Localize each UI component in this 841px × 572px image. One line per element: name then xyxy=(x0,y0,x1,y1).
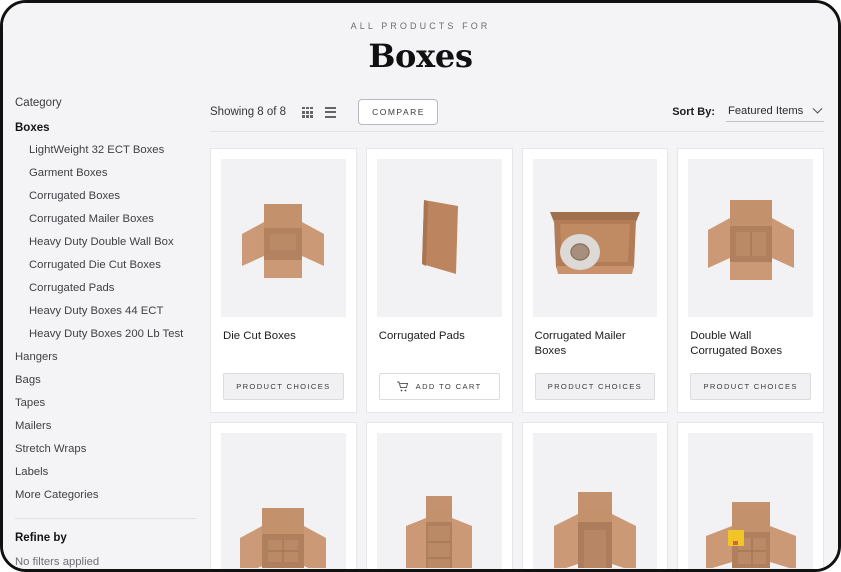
product-card-row2-2[interactable] xyxy=(365,422,513,569)
page-title: Boxes xyxy=(368,37,473,75)
page-body: Category Boxes LightWeight 32 ECT Boxes … xyxy=(3,89,838,569)
product-card-row2-3[interactable] xyxy=(521,422,669,569)
sidebar-item-labels[interactable]: Labels xyxy=(15,461,196,484)
product-action-row: PRODUCT CHOICES xyxy=(533,359,658,401)
product-image-corrugated-mailer-boxes xyxy=(532,159,658,318)
sort-control: Sort By: Featured Items xyxy=(672,102,838,123)
list-view-icon xyxy=(325,106,337,118)
product-choices-button[interactable]: PRODUCT CHOICES xyxy=(690,373,811,401)
sidebar-item-lightweight-32-ect-boxes[interactable]: LightWeight 32 ECT Boxes xyxy=(15,139,196,162)
product-action-row: PRODUCT CHOICES xyxy=(688,359,813,401)
sidebar-subcategory-list: LightWeight 32 ECT Boxes Garment Boxes C… xyxy=(15,139,196,346)
product-card-corrugated-pads[interactable]: Corrugated Pads ADD TO CART xyxy=(365,148,513,414)
sidebar-item-corrugated-boxes[interactable]: Corrugated Boxes xyxy=(15,185,196,208)
sidebar-item-stretch-wraps[interactable]: Stretch Wraps xyxy=(15,438,196,461)
sort-by-value: Featured Items xyxy=(728,105,804,118)
product-action-row: PRODUCT CHOICES xyxy=(221,359,346,401)
sidebar-item-tapes[interactable]: Tapes xyxy=(15,392,196,415)
product-image-row2-3 xyxy=(532,433,658,569)
product-image-row2-1 xyxy=(221,433,346,569)
compare-button[interactable]: COMPARE xyxy=(358,99,438,126)
product-image-row2-2 xyxy=(376,433,502,569)
sidebar-item-hangers[interactable]: Hangers xyxy=(15,346,196,369)
product-title: Double Wall Corrugated Boxes xyxy=(690,330,783,358)
chevron-down-icon xyxy=(812,103,823,114)
product-card-double-wall-corrugated-boxes[interactable]: Double Wall Corrugated Boxes PRODUCT CHO… xyxy=(677,148,824,414)
main-content: Showing 8 of 8 COMPARE Sort By: Featured… xyxy=(210,89,838,569)
sidebar-item-heavy-duty-boxes-44-ect[interactable]: Heavy Duty Boxes 44 ECT xyxy=(15,300,196,323)
browser-window-frame: ALL PRODUCTS FOR Boxes Category Boxes Li… xyxy=(0,0,841,572)
product-choices-button[interactable]: PRODUCT CHOICES xyxy=(534,373,656,401)
product-image-row2-4 xyxy=(688,433,813,569)
product-grid: Die Cut Boxes PRODUCT CHOICES Corrugated… xyxy=(210,132,838,414)
sidebar-facets: Category Boxes LightWeight 32 ECT Boxes … xyxy=(15,89,210,569)
grid-view-icon xyxy=(302,106,314,118)
sidebar-item-corrugated-die-cut-boxes[interactable]: Corrugated Die Cut Boxes xyxy=(15,254,196,277)
product-image-double-wall-corrugated-boxes xyxy=(688,159,813,318)
sidebar-item-more-categories[interactable]: More Categories xyxy=(15,484,196,507)
view-mode-toggles xyxy=(298,103,344,122)
grid-view-button[interactable] xyxy=(298,103,317,122)
product-card-corrugated-mailer-boxes[interactable]: Corrugated Mailer Boxes PRODUCT CHOICES xyxy=(521,148,669,414)
refine-by-title: Refine by xyxy=(15,531,67,544)
page-header: ALL PRODUCTS FOR Boxes xyxy=(3,3,838,90)
product-title: Corrugated Pads xyxy=(378,330,465,343)
sort-by-label: Sort By: xyxy=(672,106,715,119)
sidebar-item-boxes[interactable]: Boxes xyxy=(15,118,196,139)
showing-count: Showing 8 of 8 xyxy=(210,106,287,119)
sidebar-item-corrugated-pads[interactable]: Corrugated Pads xyxy=(15,277,196,300)
product-title: Corrugated Mailer Boxes xyxy=(534,330,626,358)
add-to-cart-label: ADD TO CART xyxy=(415,382,482,392)
sidebar-item-heavy-duty-double-wall-box[interactable]: Heavy Duty Double Wall Box xyxy=(15,231,196,254)
no-filters-applied-text: No filters applied xyxy=(15,555,100,568)
sidebar-item-bags[interactable]: Bags xyxy=(15,369,196,392)
shopping-cart-icon xyxy=(396,381,408,392)
sidebar-item-heavy-duty-boxes-200-lb-test[interactable]: Heavy Duty Boxes 200 Lb Test xyxy=(15,323,196,346)
sidebar-item-garment-boxes[interactable]: Garment Boxes xyxy=(15,162,196,185)
sort-by-select[interactable]: Featured Items xyxy=(726,102,824,123)
product-title: Die Cut Boxes xyxy=(223,330,296,343)
product-image-die-cut-boxes xyxy=(221,159,346,318)
product-grid-row-2 xyxy=(210,413,838,569)
sidebar-item-mailers[interactable]: Mailers xyxy=(15,415,196,438)
list-view-button[interactable] xyxy=(321,103,340,122)
product-card-row2-4[interactable] xyxy=(677,422,824,569)
product-action-row: ADD TO CART xyxy=(377,359,502,401)
page-eyebrow: ALL PRODUCTS FOR xyxy=(350,21,491,31)
listing-toolbar: Showing 8 of 8 COMPARE Sort By: Featured… xyxy=(210,89,838,131)
sidebar-heading-category: Category xyxy=(15,97,62,110)
sidebar-item-corrugated-mailer-boxes[interactable]: Corrugated Mailer Boxes xyxy=(15,208,196,231)
product-card-row2-1[interactable] xyxy=(210,422,357,569)
sidebar-top-category-list: Hangers Bags Tapes Mailers Stretch Wraps… xyxy=(15,346,196,507)
product-choices-button[interactable]: PRODUCT CHOICES xyxy=(223,373,344,401)
add-to-cart-button[interactable]: ADD TO CART xyxy=(378,373,500,401)
product-listing-page: ALL PRODUCTS FOR Boxes Category Boxes Li… xyxy=(3,3,838,569)
product-card-die-cut-boxes[interactable]: Die Cut Boxes PRODUCT CHOICES xyxy=(210,148,357,414)
product-image-corrugated-pads xyxy=(376,159,502,318)
